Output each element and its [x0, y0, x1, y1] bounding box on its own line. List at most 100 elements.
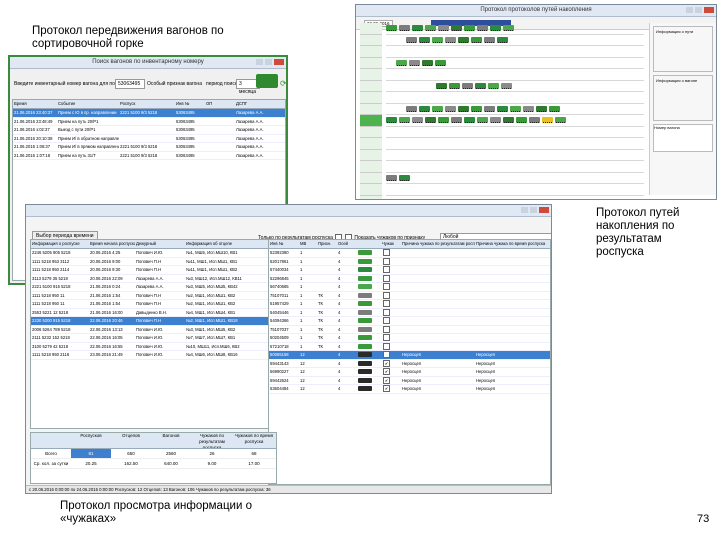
table-row[interactable]: 21.06.2016 20:10:38 Прием И/ в обратном н…: [13, 135, 285, 143]
table-row[interactable]: 75107037 1 ТК 4: [269, 325, 550, 334]
track-row[interactable]: [386, 81, 644, 92]
column-header[interactable]: Причина чужака по результатам роспуска: [401, 240, 475, 248]
wagon-icon[interactable]: [471, 36, 482, 43]
wagon-icon[interactable]: [406, 36, 417, 43]
track-row[interactable]: [386, 138, 644, 150]
table-row[interactable]: 1111 5218 950 2114 20.06.2016 9:30 Попович…: [31, 266, 276, 275]
table-row[interactable]: 21.06.2016 23:40:37 Прием с Ю в пр. напра…: [13, 109, 285, 118]
wagon-icon[interactable]: [555, 117, 566, 123]
table-row[interactable]: 3100 5279 42 5218 22.06.2016 16:55 Попович…: [31, 343, 276, 351]
close-button[interactable]: [539, 207, 549, 213]
track-number[interactable]: [360, 103, 382, 115]
wagon-icon[interactable]: [549, 105, 560, 112]
alien-checkbox[interactable]: [383, 325, 390, 333]
wagon-icon[interactable]: [419, 105, 430, 112]
track-row[interactable]: [386, 184, 644, 196]
track-number[interactable]: [360, 115, 382, 127]
inventory-number-input[interactable]: 53063495: [115, 79, 145, 89]
wagon-icon[interactable]: [458, 105, 469, 112]
wagon-icon[interactable]: [497, 36, 508, 43]
table-row[interactable]: 75107011 1 ТК 4: [269, 291, 550, 300]
table-row[interactable]: 56740665 1 4: [269, 283, 550, 292]
alien-checkbox[interactable]: ✔: [383, 368, 390, 376]
track-number[interactable]: [360, 23, 382, 35]
wagon-icon[interactable]: [399, 25, 410, 31]
alien-checkbox[interactable]: ✔: [383, 385, 390, 393]
wagon-icon[interactable]: [488, 82, 499, 89]
column-header[interactable]: Событие: [57, 100, 119, 108]
alien-checkbox[interactable]: [383, 291, 390, 299]
table-row[interactable]: 54094366 1 ТК 4: [269, 317, 550, 326]
wagon-icon[interactable]: [484, 36, 495, 43]
alien-checkbox[interactable]: [383, 300, 390, 308]
wagon-icon[interactable]: [503, 25, 514, 31]
table-row[interactable]: 59443143 12 4 ✔ Неросцеп Неросцеп: [269, 359, 550, 368]
wagon-icon[interactable]: [451, 25, 462, 31]
minimize-button[interactable]: [686, 7, 693, 13]
alien-checkbox[interactable]: [383, 334, 390, 342]
track-row[interactable]: [386, 196, 644, 200]
track-number[interactable]: [360, 92, 382, 104]
table-row[interactable]: 1111 5218 950 2116 23.06.2016 21:49 Попови…: [31, 351, 276, 360]
column-header[interactable]: Причина чужака по время роспуска: [475, 240, 547, 248]
column-header[interactable]: Время: [13, 100, 57, 108]
track-row[interactable]: [386, 92, 644, 104]
close-button[interactable]: [274, 59, 284, 65]
table-row[interactable]: 56990227 12 4 ✔ Неросцеп Неросцеп: [269, 368, 550, 377]
wagon-icon[interactable]: [432, 105, 443, 112]
table-row[interactable]: 2246 5205 905 5218 20.06.2016 4:25 Попович…: [31, 249, 276, 258]
track-row[interactable]: [386, 150, 644, 161]
track-row[interactable]: [386, 58, 644, 69]
track-row[interactable]: [386, 35, 644, 46]
wagon-icon[interactable]: [438, 117, 449, 123]
track-number[interactable]: [360, 138, 382, 150]
wagon-icon[interactable]: [523, 105, 534, 112]
wagon-icon[interactable]: [477, 117, 488, 123]
column-header[interactable]: Инв №: [269, 240, 299, 248]
table-row[interactable]: 21.06.2016 1:07:18 Прием на путь 31/Т 2221…: [13, 152, 285, 160]
alien-checkbox[interactable]: [383, 257, 390, 265]
table-row[interactable]: 52392380 1 4: [269, 249, 550, 258]
wagon-icon[interactable]: [412, 117, 423, 123]
wagon-icon[interactable]: [396, 59, 407, 66]
wagon-icon[interactable]: [409, 59, 420, 66]
wagon-icon[interactable]: [536, 105, 547, 112]
track-number[interactable]: [360, 34, 382, 46]
wagon-icon[interactable]: [464, 25, 475, 31]
table-row[interactable]: 1111 5218 950 11 21.06.2016 1:54 Попович П…: [31, 300, 276, 309]
alien-checkbox[interactable]: [383, 342, 390, 350]
table-row[interactable]: 2111 5232 152 5218 22.06.2016 16:05 Попови…: [31, 334, 276, 343]
table-row[interactable]: 53604484 12 4 ✔ Неросцеп Неросцеп: [269, 385, 550, 394]
track-number[interactable]: [360, 149, 382, 161]
table-row[interactable]: 2553 5221 12 5218 21.06.2016 16:00 Давыден…: [31, 309, 276, 317]
wagon-icon[interactable]: [432, 36, 443, 43]
wagon-icon[interactable]: [477, 25, 488, 31]
track-row[interactable]: [386, 161, 644, 173]
refresh-icon[interactable]: ⟳: [280, 79, 286, 88]
wagon-icon[interactable]: [445, 105, 456, 112]
column-header[interactable]: Информация об отцепе: [185, 240, 273, 248]
wagon-icon[interactable]: [436, 82, 447, 89]
wagon-icon[interactable]: [449, 82, 460, 89]
table-row[interactable]: 51957429 1 ТК 4: [269, 300, 550, 309]
maximize-button[interactable]: [695, 7, 702, 13]
wagon-icon[interactable]: [458, 36, 469, 43]
maximize-button[interactable]: [530, 207, 537, 213]
close-button[interactable]: [704, 7, 714, 13]
table-row[interactable]: 1111 5218 950 11 21.06.2016 1:54 Попович П…: [31, 292, 276, 300]
table-row[interactable]: 57440034 1 4: [269, 266, 550, 275]
track-row[interactable]: [386, 115, 644, 127]
column-header[interactable]: МВ: [299, 240, 317, 248]
table-row[interactable]: 50204509 1 ТК 4: [269, 334, 550, 343]
track-number[interactable]: [360, 172, 382, 184]
wagon-icon[interactable]: [516, 117, 527, 123]
column-header[interactable]: Чужак: [381, 240, 401, 248]
table-row[interactable]: 54045446 1 ТК 4: [269, 308, 550, 317]
wagon-icon[interactable]: [386, 117, 397, 123]
table-row[interactable]: 2221 5100 915 5218 21.06.2016 0:24 Лазарев…: [31, 283, 276, 292]
wagon-icon[interactable]: [464, 117, 475, 123]
alien-checkbox[interactable]: ✔: [383, 376, 390, 384]
alien-checkbox[interactable]: ✔: [383, 351, 390, 359]
alien-checkbox[interactable]: [383, 249, 390, 257]
wagon-icon[interactable]: [490, 25, 501, 31]
